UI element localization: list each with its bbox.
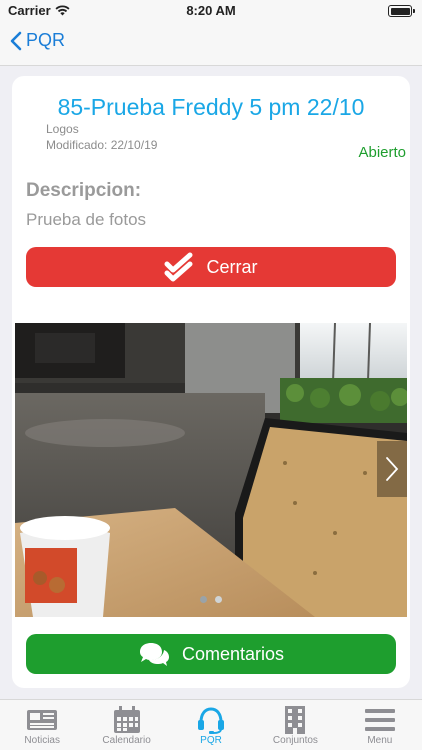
double-check-icon xyxy=(164,252,193,282)
tab-label: PQR xyxy=(200,735,222,746)
navigation-bar: PQR xyxy=(0,22,422,66)
pqr-category: Logos xyxy=(46,122,79,136)
close-button-label: Cerrar xyxy=(206,256,258,277)
chevron-right-icon xyxy=(386,457,399,481)
page-dot xyxy=(215,596,222,603)
building-icon xyxy=(285,706,306,734)
description-text: Prueba de fotos xyxy=(26,210,147,229)
page-dot-active xyxy=(200,596,207,603)
menu-icon xyxy=(364,709,395,731)
tab-label: Calendario xyxy=(102,735,151,746)
close-pqr-button[interactable]: Cerrar xyxy=(26,247,396,287)
back-button[interactable]: PQR xyxy=(10,30,65,51)
tab-conjuntos[interactable]: Conjuntos xyxy=(253,700,337,750)
description-label: Descripcion: xyxy=(26,180,142,201)
gallery-photo xyxy=(15,323,407,617)
clock: 8:20 AM xyxy=(186,3,236,18)
status-badge: Abierto xyxy=(358,144,406,161)
back-label: PQR xyxy=(26,30,66,50)
tab-label: Menu xyxy=(367,735,393,746)
chevron-left-icon xyxy=(10,31,22,50)
tab-pqr[interactable]: PQR xyxy=(169,700,253,750)
status-bar: Carrier 8:20 AM xyxy=(0,0,422,22)
tab-menu[interactable]: Menu xyxy=(338,700,422,750)
modified-date: Modificado: 22/10/19 xyxy=(46,138,158,152)
gallery-page-indicator xyxy=(15,596,407,603)
headset-icon xyxy=(198,707,225,734)
chat-bubbles-icon xyxy=(139,643,169,666)
tab-bar: Noticias Calendario PQR Conjuntos Menu xyxy=(0,699,422,750)
photo-gallery[interactable] xyxy=(15,323,407,617)
battery-icon xyxy=(388,5,415,17)
comments-button-label: Comentarios xyxy=(181,643,285,664)
tab-label: Conjuntos xyxy=(272,735,318,746)
tab-noticias[interactable]: Noticias xyxy=(0,700,84,750)
comments-button[interactable]: Comentarios xyxy=(26,634,396,674)
tab-label: Noticias xyxy=(24,735,60,746)
pqr-title: 85-Prueba Freddy 5 pm 22/10 xyxy=(57,94,365,120)
calendar-icon xyxy=(113,706,140,733)
pqr-detail-card: 85-Prueba Freddy 5 pm 22/10 Logos Modifi… xyxy=(12,76,410,688)
newspaper-icon xyxy=(27,710,58,730)
tab-calendario[interactable]: Calendario xyxy=(84,700,168,750)
gallery-next-button[interactable] xyxy=(377,441,407,497)
